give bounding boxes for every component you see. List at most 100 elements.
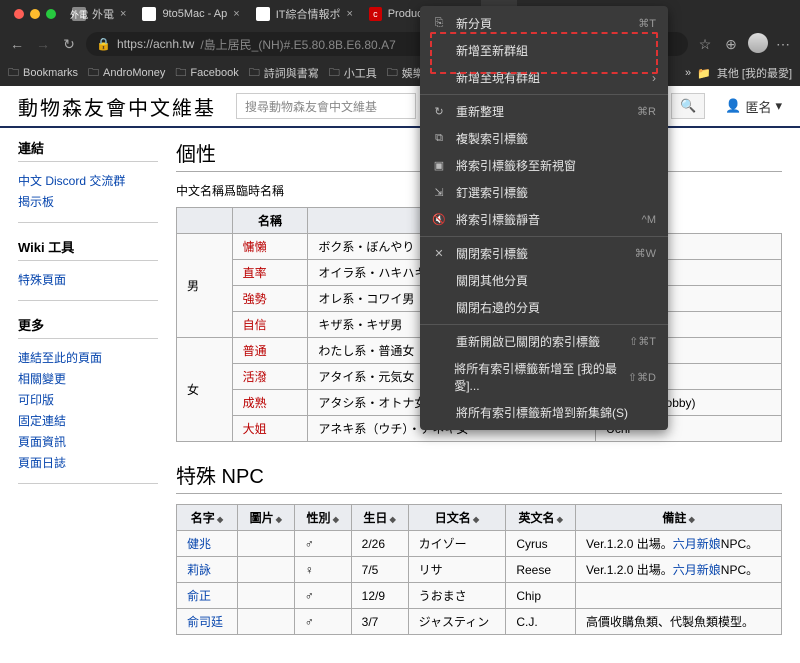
- forward-button[interactable]: →: [34, 36, 52, 52]
- image-cell: [237, 609, 294, 635]
- sidebar-link[interactable]: 固定連結: [18, 410, 158, 431]
- user-menu[interactable]: 👤 匿名 ▾: [725, 97, 782, 116]
- table-header-sortable[interactable]: 英文名: [506, 505, 576, 531]
- table-row: 俞正♂12/9うおまさChip: [177, 583, 782, 609]
- reload-button[interactable]: ↻: [60, 36, 78, 53]
- browser-tab[interactable]: 外電外電×: [64, 0, 134, 28]
- chevron-down-icon: ▾: [775, 98, 782, 114]
- favorite-button[interactable]: ☆: [696, 36, 714, 53]
- bookmark-item[interactable]: 🗀Facebook: [175, 64, 238, 83]
- menu-item-icon: ⧉: [432, 132, 446, 145]
- group-cell: 女: [177, 338, 233, 442]
- wiki-link[interactable]: 六月新娘: [673, 563, 721, 577]
- profile-avatar[interactable]: [748, 33, 766, 56]
- window-controls: [6, 9, 64, 19]
- context-menu-item[interactable]: 🔇將索引標籤靜音^M: [420, 206, 668, 233]
- collections-button[interactable]: ⊕: [722, 36, 740, 53]
- search-input[interactable]: 搜尋動物森友會中文維基: [236, 93, 416, 119]
- menu-shortcut: ⌘W: [635, 247, 656, 260]
- image-cell: [237, 583, 294, 609]
- context-menu-item[interactable]: 將所有索引標籤新增至 [我的最愛]... ⇧⌘D: [420, 355, 668, 399]
- context-menu-item[interactable]: ✕關閉索引標籤⌘W: [420, 240, 668, 267]
- bookmark-overflow-label[interactable]: 其他 [我的最愛]: [717, 65, 792, 81]
- folder-icon: 🗀: [329, 64, 340, 83]
- context-menu-item[interactable]: ⧉複製索引標籤: [420, 125, 668, 152]
- table-header-sortable[interactable]: 日文名: [408, 505, 506, 531]
- browser-chrome: 外電外電×9to5Mac - Ap×ITIT綜合情報ポ×cProduct rev…: [0, 0, 800, 86]
- back-button[interactable]: ←: [8, 36, 26, 52]
- wiki-link[interactable]: 俞正: [187, 589, 211, 603]
- tab-close-button[interactable]: ×: [346, 8, 352, 20]
- wiki-redlink[interactable]: 大姐: [243, 422, 267, 436]
- table-header-sortable[interactable]: 性別: [294, 505, 351, 531]
- context-menu-item[interactable]: ↻重新整理⌘R: [420, 98, 668, 125]
- context-menu-item[interactable]: ▣將索引標籤移至新視窗: [420, 152, 668, 179]
- context-menu-item[interactable]: 新增至現有群組›: [420, 64, 668, 91]
- browser-tab[interactable]: 9to5Mac - Ap×: [134, 0, 247, 28]
- folder-icon: 🗀: [8, 64, 19, 83]
- minimize-window-button[interactable]: [30, 9, 40, 19]
- table-header-sortable[interactable]: 備註: [576, 505, 782, 531]
- sidebar-link[interactable]: 特殊頁面: [18, 269, 158, 290]
- menu-item-label: 關閉其他分頁: [456, 272, 528, 289]
- menu-separator: [420, 94, 668, 95]
- table-header-sortable[interactable]: 名字: [177, 505, 238, 531]
- bookmark-overflow-icon[interactable]: »: [685, 67, 691, 79]
- menu-shortcut: ⇧⌘D: [628, 371, 656, 384]
- wiki-link[interactable]: 莉詠: [187, 563, 211, 577]
- wiki-redlink[interactable]: 直率: [243, 266, 267, 280]
- close-window-button[interactable]: [14, 9, 24, 19]
- address-bar: ← → ↻ 🔒 https://acnh.tw/島上居民_(NH)#.E5.80…: [0, 28, 800, 60]
- menu-item-label: 重新整理: [456, 103, 504, 120]
- sidebar-link[interactable]: 頁面日誌: [18, 452, 158, 473]
- context-menu-item[interactable]: 重新開啟已關閉的索引標籤⇧⌘T: [420, 328, 668, 355]
- wiki-link[interactable]: 健兆: [187, 537, 211, 551]
- menu-item-label: 將所有索引標籤新增至 [我的最愛]...: [454, 360, 618, 394]
- sidebar-link[interactable]: 中文 Discord 交流群: [18, 170, 158, 191]
- folder-icon: 🗀: [88, 64, 99, 83]
- context-menu-item[interactable]: ⎘新分頁⌘T: [420, 10, 668, 37]
- wiki-redlink[interactable]: 自信: [243, 318, 267, 332]
- search-button[interactable]: 🔍: [671, 93, 705, 119]
- context-menu-item[interactable]: 將所有索引標籤新增到新集錦(S): [420, 399, 668, 426]
- browser-tab[interactable]: ITIT綜合情報ポ×: [248, 0, 361, 28]
- sidebar-heading: Wiki 工具: [18, 237, 158, 261]
- table-header-sortable[interactable]: 生日: [351, 505, 408, 531]
- sidebar-link[interactable]: 連結至此的頁面: [18, 347, 158, 368]
- bookmark-item[interactable]: 🗀娛樂: [387, 64, 424, 83]
- context-menu-item[interactable]: 關閉其他分頁: [420, 267, 668, 294]
- sidebar-block: 更多連結至此的頁面相關變更可印版固定連結頁面資訊頁面日誌: [18, 315, 158, 484]
- tab-close-button[interactable]: ×: [120, 8, 126, 20]
- sidebar-heading: 更多: [18, 315, 158, 339]
- page: 動物森友會中文維基 搜尋動物森友會中文維基 🔍 👤 匿名 ▾ 連結中文 Disc…: [0, 86, 800, 663]
- wiki-redlink[interactable]: 活潑: [243, 370, 267, 384]
- wiki-link[interactable]: 六月新娘: [673, 537, 721, 551]
- menu-item-label: 釘選索引標籤: [456, 184, 528, 201]
- sidebar-link[interactable]: 揭示板: [18, 191, 158, 212]
- site-header: 動物森友會中文維基 搜尋動物森友會中文維基 🔍 👤 匿名 ▾: [0, 86, 800, 128]
- url-path: /島上居民_(NH)#.E5.80.8B.E6.80.A7: [200, 36, 395, 53]
- tab-label: 外電: [92, 6, 114, 22]
- menu-separator: [420, 236, 668, 237]
- wiki-redlink[interactable]: 強勢: [243, 292, 267, 306]
- wiki-link[interactable]: 俞司廷: [187, 615, 223, 629]
- context-menu-item[interactable]: ⇲釘選索引標籤: [420, 179, 668, 206]
- bookmark-item[interactable]: 🗀詩詞與書寫: [249, 64, 319, 83]
- context-menu-item[interactable]: 新增至新群組: [420, 37, 668, 64]
- context-menu-item[interactable]: 關閉右邊的分頁: [420, 294, 668, 321]
- menu-button[interactable]: ⋯: [774, 36, 792, 53]
- bookmark-item[interactable]: 🗀AndroMoney: [88, 64, 165, 83]
- sidebar-link[interactable]: 可印版: [18, 389, 158, 410]
- wiki-redlink[interactable]: 慵懶: [243, 240, 267, 254]
- sidebar-link[interactable]: 相關變更: [18, 368, 158, 389]
- wiki-redlink[interactable]: 普通: [243, 344, 267, 358]
- maximize-window-button[interactable]: [46, 9, 56, 19]
- group-cell: 男: [177, 234, 233, 338]
- table-header-sortable[interactable]: 圖片: [237, 505, 294, 531]
- wiki-redlink[interactable]: 成熟: [243, 396, 267, 410]
- tab-close-button[interactable]: ×: [233, 8, 239, 20]
- bookmark-item[interactable]: 🗀小工具: [329, 64, 377, 83]
- bookmark-item[interactable]: 🗀Bookmarks: [8, 64, 78, 83]
- tab-context-menu: ⎘新分頁⌘T新增至新群組新增至現有群組› ↻重新整理⌘R⧉複製索引標籤▣將索引標籤…: [420, 6, 668, 430]
- sidebar-link[interactable]: 頁面資訊: [18, 431, 158, 452]
